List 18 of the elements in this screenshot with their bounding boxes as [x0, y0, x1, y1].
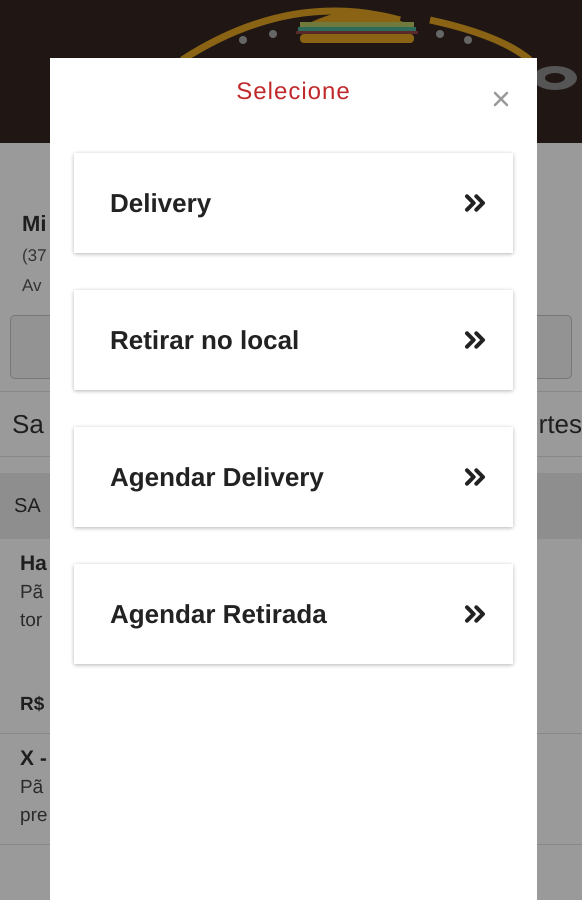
category-tab[interactable]: Sa	[12, 404, 44, 444]
product-description: Pã	[20, 581, 44, 605]
product-description: tor	[20, 609, 42, 633]
option-button[interactable]: Agendar Delivery	[74, 427, 513, 527]
option-button[interactable]: Delivery	[74, 153, 513, 253]
store-address: Av	[22, 275, 42, 297]
product-price: R$	[20, 693, 44, 717]
product-description: Pã	[20, 776, 44, 800]
section-title: SA	[14, 494, 41, 519]
product-name: X -	[20, 746, 47, 772]
option-button[interactable]: Retirar no local	[74, 290, 513, 390]
option-button[interactable]: Agendar Retirada	[74, 564, 513, 664]
product-description: pre	[20, 804, 48, 828]
store-phone: (37	[22, 245, 47, 267]
product-name: Ha	[20, 551, 47, 577]
modal-title: Selecione	[236, 77, 351, 104]
store-name: Mi	[22, 211, 46, 237]
category-tab[interactable]: rtes	[538, 404, 582, 444]
